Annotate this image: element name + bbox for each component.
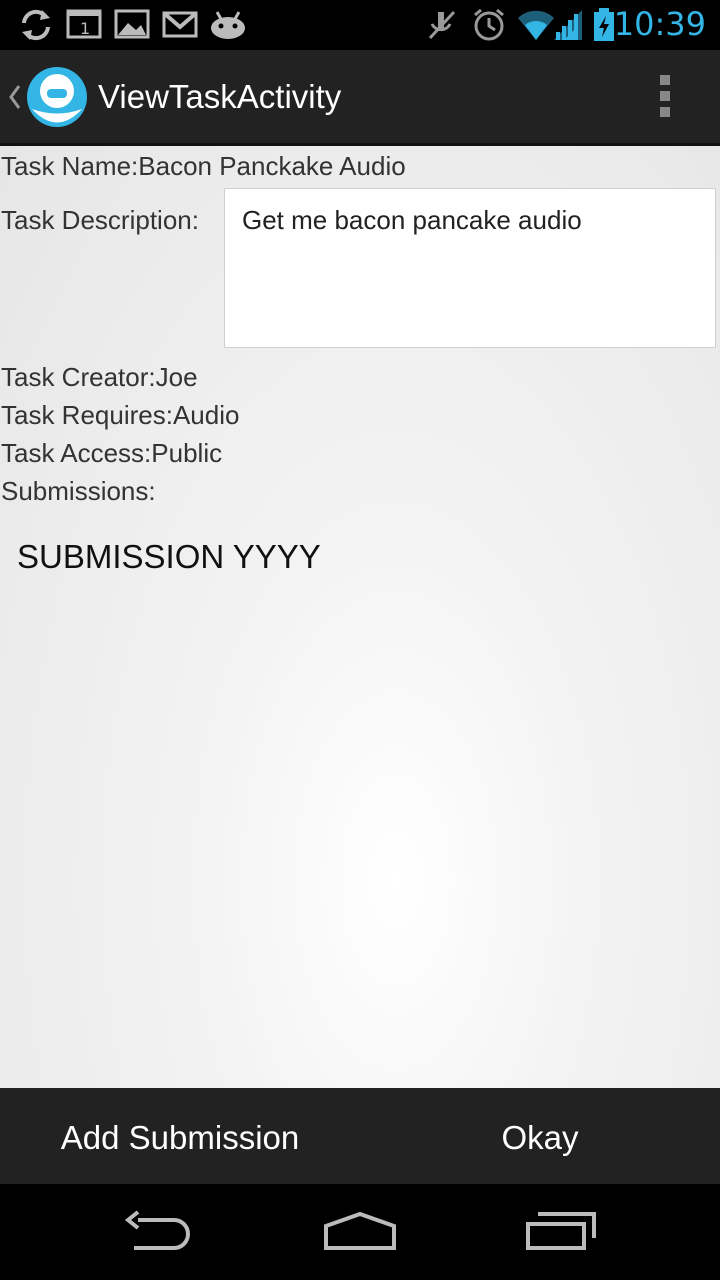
home-icon[interactable] bbox=[322, 1210, 398, 1257]
submissions-label: Submissions: bbox=[1, 476, 156, 506]
calendar-icon: 1 bbox=[66, 8, 102, 45]
task-description-label: Task Description: bbox=[1, 205, 199, 235]
up-chevron-icon[interactable] bbox=[6, 82, 22, 117]
okay-button[interactable]: Okay bbox=[360, 1088, 720, 1184]
recent-apps-icon[interactable] bbox=[524, 1210, 600, 1257]
app-icon[interactable] bbox=[26, 66, 88, 133]
task-description-field[interactable]: Get me bacon pancake audio bbox=[224, 188, 716, 348]
signal-icon bbox=[552, 8, 584, 47]
gmail-icon bbox=[162, 8, 198, 45]
calendar-day: 1 bbox=[80, 19, 90, 38]
wifi-icon bbox=[516, 8, 556, 47]
task-detail-content: Task Name:Bacon Panckake Audio Task Desc… bbox=[0, 146, 720, 1088]
alarm-icon bbox=[472, 8, 506, 47]
overflow-menu-icon[interactable] bbox=[650, 75, 680, 121]
clock-time: 10:39 bbox=[613, 5, 706, 43]
add-submission-button[interactable]: Add Submission bbox=[0, 1088, 360, 1184]
battery-charging-icon bbox=[592, 8, 616, 47]
task-description-value: Get me bacon pancake audio bbox=[242, 205, 582, 235]
task-access: Task Access:Public bbox=[1, 438, 223, 468]
submission-list-item[interactable]: SUBMISSION YYYY bbox=[17, 538, 321, 576]
status-bar: 1 10:39 bbox=[0, 0, 720, 50]
gallery-icon bbox=[114, 8, 150, 45]
button-bar: Add Submission Okay bbox=[0, 1088, 720, 1184]
sync-icon bbox=[18, 8, 54, 47]
back-icon[interactable] bbox=[124, 1210, 196, 1257]
mute-icon bbox=[426, 8, 458, 47]
activity-title: ViewTaskActivity bbox=[98, 78, 342, 115]
task-requires: Task Requires:Audio bbox=[1, 400, 240, 430]
task-name: Task Name:Bacon Panckake Audio bbox=[1, 151, 406, 181]
task-creator: Task Creator:Joe bbox=[1, 362, 198, 392]
navigation-bar bbox=[0, 1184, 720, 1280]
action-bar: ViewTaskActivity bbox=[0, 50, 720, 146]
android-icon bbox=[208, 8, 248, 45]
